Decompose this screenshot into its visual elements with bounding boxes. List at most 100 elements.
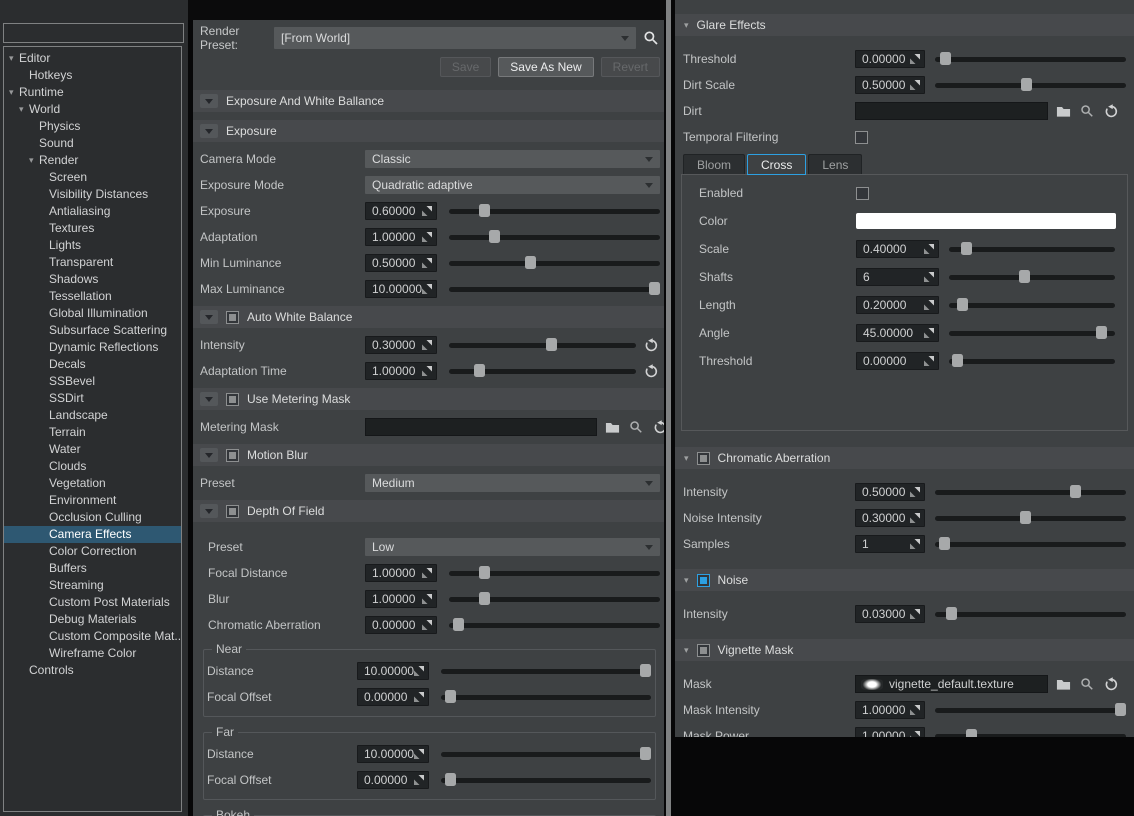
mask-file-input[interactable]: vignette_default.texture [855, 675, 1048, 693]
mask-intensity-value-field[interactable]: 1.00000 [855, 701, 925, 719]
sidebar-item-render[interactable]: ▾Render [4, 152, 181, 169]
save-as-new-button[interactable]: Save As New [498, 57, 593, 77]
dirt-file-input[interactable] [855, 102, 1048, 120]
noise-intensity-value-field[interactable]: 0.30000 [855, 509, 925, 527]
sidebar-item-debug-materials[interactable]: Debug Materials [4, 611, 181, 628]
browse-button[interactable] [1054, 675, 1072, 693]
sidebar-item-decals[interactable]: Decals [4, 356, 181, 373]
slider[interactable] [949, 296, 1115, 314]
sidebar-item-color-correction[interactable]: Color Correction [4, 543, 181, 560]
angle-value-field[interactable]: 45.00000 [856, 324, 939, 342]
section-header-motion-blur[interactable]: Motion Blur [193, 444, 664, 466]
browse-button[interactable] [1054, 102, 1072, 120]
focal-offset-value-field[interactable]: 0.00000 [357, 771, 429, 789]
length-value-field[interactable]: 0.20000 [856, 296, 939, 314]
samples-value-field[interactable]: 1 [855, 535, 925, 553]
sidebar-item-custom-composite-mat[interactable]: Custom Composite Mat... [4, 628, 181, 645]
slider[interactable] [441, 771, 651, 789]
slider[interactable] [441, 688, 651, 706]
slider[interactable] [441, 745, 651, 763]
slider[interactable] [949, 240, 1115, 258]
sidebar-item-textures[interactable]: Textures [4, 220, 181, 237]
slider[interactable] [949, 324, 1115, 342]
section-header-glare-effects[interactable]: ▾Glare Effects [675, 14, 1134, 36]
slider[interactable] [935, 701, 1126, 719]
slider[interactable] [449, 254, 660, 272]
slider[interactable] [949, 268, 1115, 286]
reset-button[interactable] [1102, 102, 1120, 120]
sidebar-item-runtime[interactable]: ▾Runtime [4, 84, 181, 101]
checkbox[interactable] [226, 449, 239, 462]
distance-value-field[interactable]: 10.00000 [357, 662, 429, 680]
slider[interactable] [449, 616, 660, 634]
intensity-value-field[interactable]: 0.50000 [855, 483, 925, 501]
reset-button[interactable] [1102, 675, 1120, 693]
slider[interactable] [935, 535, 1126, 553]
slider-handle[interactable] [940, 52, 951, 65]
slider-handle[interactable] [445, 690, 456, 703]
slider-handle[interactable] [1020, 511, 1031, 524]
section-header-auto-white-balance[interactable]: Auto White Balance [193, 306, 664, 328]
slider[interactable] [449, 202, 660, 220]
section-header-exposure-and-white-ballance[interactable]: Exposure And White Ballance [193, 90, 664, 112]
checkbox[interactable] [226, 505, 239, 518]
reset-button[interactable] [642, 362, 660, 380]
sidebar-item-terrain[interactable]: Terrain [4, 424, 181, 441]
threshold-value-field[interactable]: 0.00000 [856, 352, 939, 370]
checkbox[interactable] [226, 393, 239, 406]
blur-value-field[interactable]: 1.00000 [365, 590, 437, 608]
exposure-mode-dropdown[interactable]: Quadratic adaptive [365, 176, 660, 194]
sidebar-item-lights[interactable]: Lights [4, 237, 181, 254]
sidebar-item-vegetation[interactable]: Vegetation [4, 475, 181, 492]
slider-handle[interactable] [939, 537, 950, 550]
section-header-exposure[interactable]: Exposure [193, 120, 664, 142]
dirt-scale-value-field[interactable]: 0.50000 [855, 76, 925, 94]
preset-dropdown[interactable]: Medium [365, 474, 660, 492]
slider-handle[interactable] [946, 607, 957, 620]
chromatic-aberration-value-field[interactable]: 0.00000 [365, 616, 437, 634]
tab-cross[interactable]: Cross [747, 154, 806, 175]
collapse-arrow-button[interactable] [200, 94, 218, 108]
slider-handle[interactable] [489, 230, 500, 243]
slider-handle[interactable] [474, 364, 485, 377]
sidebar-item-screen[interactable]: Screen [4, 169, 181, 186]
slider[interactable] [441, 662, 651, 680]
preset-search-button[interactable] [642, 29, 660, 47]
color-swatch[interactable] [856, 213, 1116, 229]
slider-handle[interactable] [649, 282, 660, 295]
slider[interactable] [935, 727, 1126, 737]
sidebar-item-buffers[interactable]: Buffers [4, 560, 181, 577]
sidebar-item-dynamic-reflections[interactable]: Dynamic Reflections [4, 339, 181, 356]
checkbox[interactable] [226, 311, 239, 324]
sidebar-item-subsurface-scattering[interactable]: Subsurface Scattering [4, 322, 181, 339]
slider[interactable] [935, 605, 1126, 623]
collapse-arrow-button[interactable] [200, 392, 218, 406]
camera-mode-dropdown[interactable]: Classic [365, 150, 660, 168]
slider[interactable] [935, 76, 1126, 94]
checkbox[interactable] [697, 452, 710, 465]
slider-handle[interactable] [479, 566, 490, 579]
collapse-arrow-button[interactable] [200, 504, 218, 518]
render-preset-dropdown[interactable]: [From World] [274, 27, 636, 49]
slider[interactable] [935, 50, 1126, 68]
tree-filter-input[interactable] [3, 23, 184, 43]
slider-handle[interactable] [546, 338, 557, 351]
intensity-value-field[interactable]: 0.30000 [365, 336, 437, 354]
search-button[interactable] [1078, 102, 1096, 120]
slider-handle[interactable] [957, 298, 968, 311]
sidebar-item-tessellation[interactable]: Tessellation [4, 288, 181, 305]
slider[interactable] [949, 352, 1115, 370]
metering-mask-file-input[interactable] [365, 418, 597, 436]
slider[interactable] [449, 280, 660, 298]
focal-distance-value-field[interactable]: 1.00000 [365, 564, 437, 582]
section-header-depth-of-field[interactable]: Depth Of Field [193, 500, 664, 522]
sidebar-item-wireframe-color[interactable]: Wireframe Color [4, 645, 181, 662]
sidebar-item-camera-effects[interactable]: Camera Effects [4, 526, 181, 543]
slider[interactable] [449, 336, 636, 354]
adaptation-time-value-field[interactable]: 1.00000 [365, 362, 437, 380]
checkbox[interactable] [855, 131, 868, 144]
sidebar-item-hotkeys[interactable]: Hotkeys [4, 67, 181, 84]
slider-handle[interactable] [1070, 485, 1081, 498]
min-luminance-value-field[interactable]: 0.50000 [365, 254, 437, 272]
slider-handle[interactable] [479, 592, 490, 605]
